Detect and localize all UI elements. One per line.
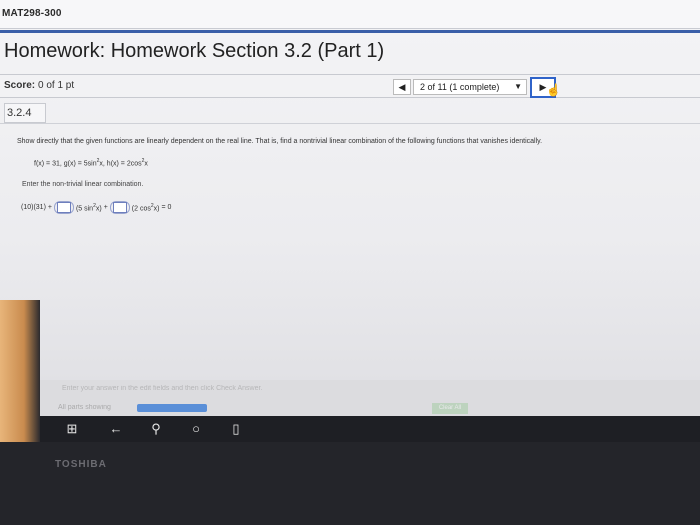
function-definitions: f(x) = 31, g(x) = 5sin2x, h(x) = 2cos2x (34, 158, 148, 167)
combo-plus: + (103, 204, 108, 211)
course-bar: MAT298-300 (0, 0, 700, 29)
chevron-down-icon: ▼ (514, 82, 522, 91)
answer-field-1[interactable] (56, 202, 71, 213)
cortana-icon[interactable]: ○ (188, 421, 204, 437)
combo-term1a: (5 sin (75, 205, 94, 213)
parts-label: All parts showing (58, 404, 111, 411)
parts-progress-bar (137, 404, 207, 412)
page-title: Homework: Homework Section 3.2 (Part 1) (4, 40, 385, 62)
question-instruction: Show directly that the given functions a… (17, 138, 543, 145)
question-status: 2 of 11 (1 complete) (420, 82, 500, 92)
question-number: 3.2.4 (4, 103, 46, 123)
back-icon[interactable]: ← (108, 421, 124, 437)
combo-term2b: x) (153, 205, 160, 213)
combo-term2a: (2 cos (131, 205, 151, 213)
windows-icon[interactable]: ⊞ (64, 421, 80, 437)
header-rule (0, 30, 700, 33)
answer-field-2[interactable] (112, 202, 127, 213)
score-value: 0 of 1 pt (38, 80, 75, 91)
score-row: Score: 0 of 1 pt ◀ 2 of 11 (1 complete) … (0, 74, 700, 98)
task-view-icon[interactable]: ▯ (228, 421, 244, 437)
combo-term1b: x) (95, 205, 102, 213)
footer-hint: Enter your answer in the edit fields and… (62, 385, 263, 392)
linear-combination: (10)(31) + (5 sin2x) + (2 cos2x) = 0 (21, 201, 171, 214)
clear-all-button[interactable]: Clear All (432, 403, 468, 414)
score-label: Score: (4, 80, 36, 91)
laptop-bezel (0, 442, 700, 525)
functions-text-2: x, h(x) = 2cos (99, 160, 142, 168)
progress-fill (137, 404, 207, 412)
search-icon[interactable]: ⚲ (148, 421, 164, 437)
combo-term2: (2 cos2x) (132, 203, 160, 212)
laptop-brand: TOSHIBA (55, 459, 107, 470)
combo-lead: (10)(31) + (21, 204, 52, 211)
hand-cursor-icon: ☝ (546, 83, 561, 97)
combo-term1: (5 sin2x) (76, 203, 102, 212)
course-title: MAT298-300 (2, 8, 62, 19)
taskbar: ⊞ ← ⚲ ○ ▯ (40, 416, 700, 442)
question-selector[interactable]: 2 of 11 (1 complete) ▼ (413, 79, 527, 95)
answer-field-2-wrap (109, 201, 130, 214)
enter-prompt: Enter the non-trivial linear combination… (22, 181, 144, 188)
browser-screen: MAT298-300 Homework: Homework Section 3.… (0, 0, 700, 395)
divider (0, 123, 700, 124)
answer-field-1-wrap (53, 201, 74, 214)
functions-text-3: x (144, 160, 148, 168)
previous-question-button[interactable]: ◀ (393, 79, 411, 95)
combo-equals: = 0 (161, 204, 172, 211)
functions-text-1: f(x) = 31, g(x) = 5sin (34, 160, 97, 168)
